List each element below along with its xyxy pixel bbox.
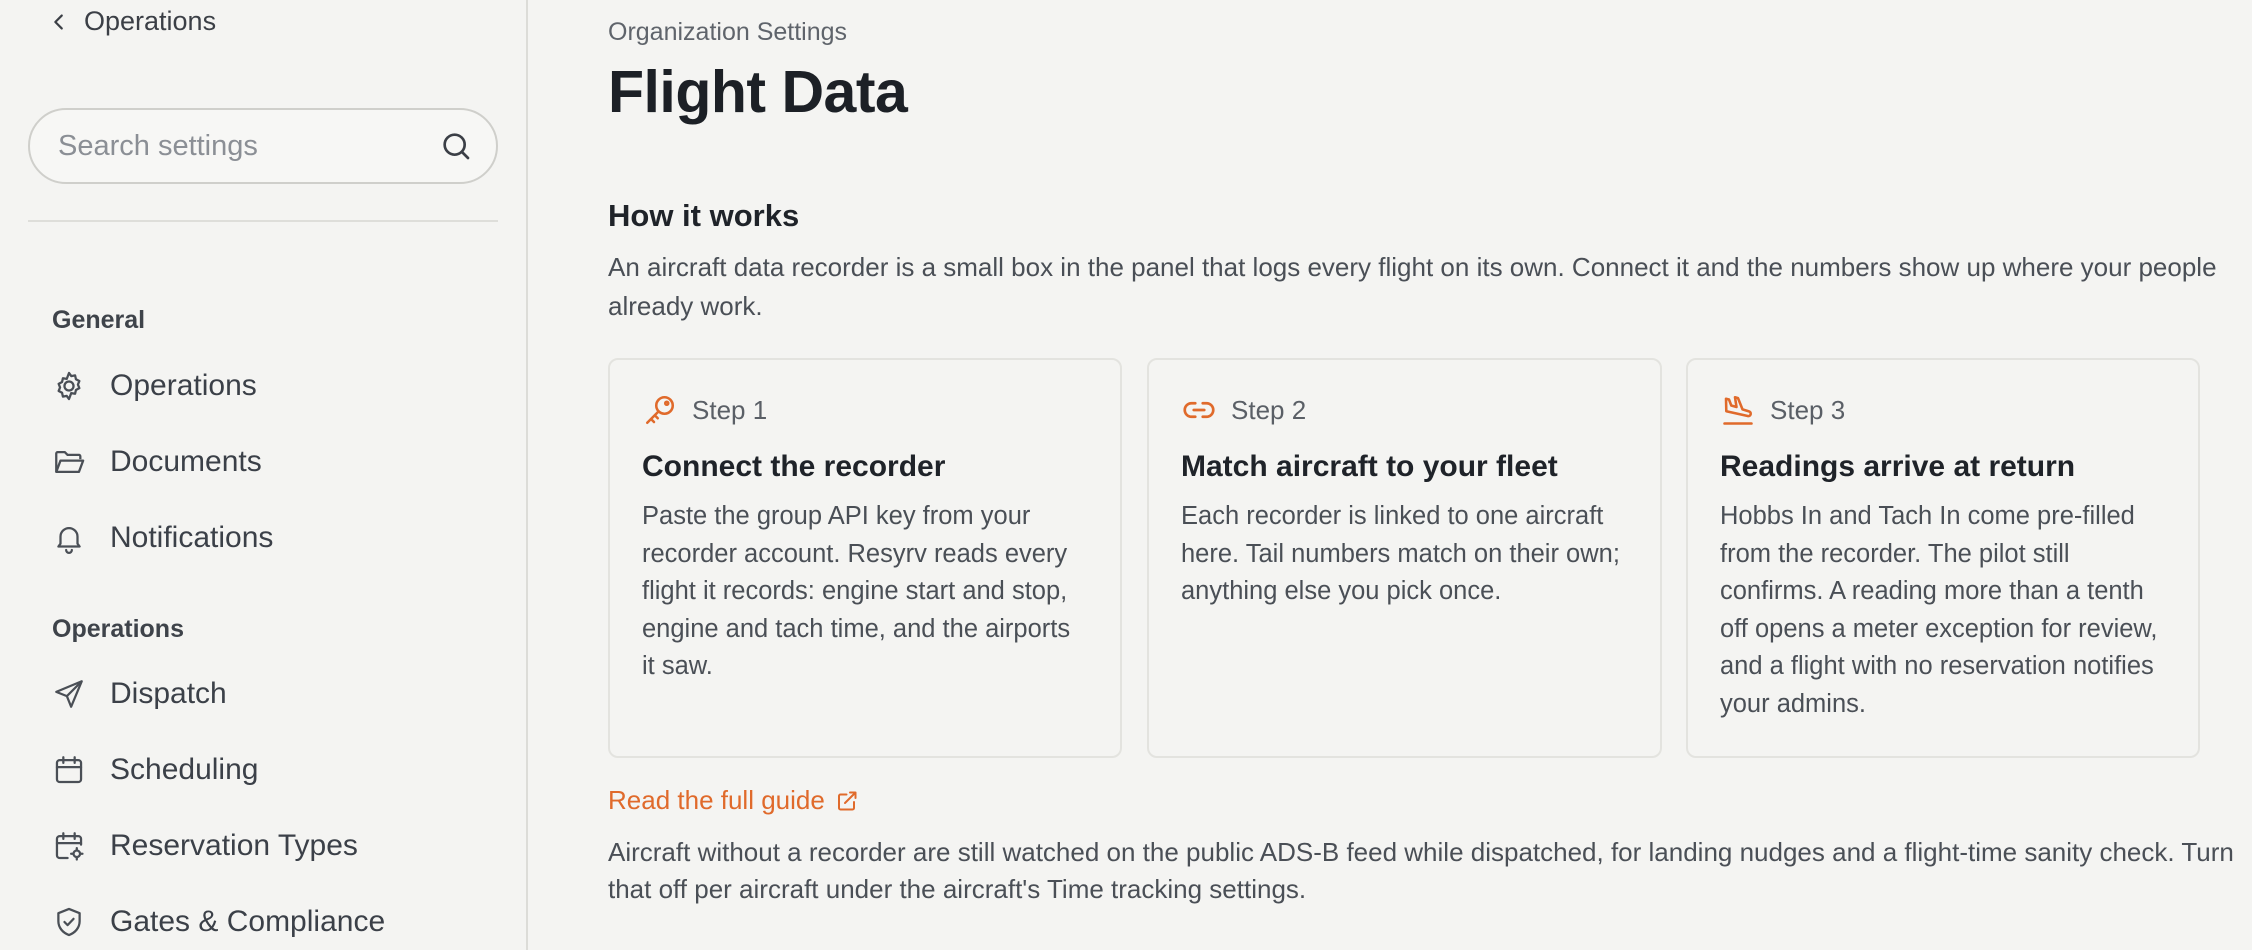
settings-sidebar: Operations General Operations Documents … [0, 0, 528, 950]
bell-icon [57, 527, 81, 554]
back-link-label: Operations [84, 6, 217, 36]
plane-landing-icon [1723, 395, 1753, 425]
read-full-guide-link[interactable]: Read the full guide [608, 785, 859, 816]
sidebar-item-documents[interactable]: Documents [52, 437, 262, 487]
sidebar-section-operations: Operations [52, 615, 184, 643]
step-header: Step 2 [1181, 392, 1628, 428]
page-title: Flight Data [608, 59, 908, 125]
step-card-3: Step 3 Readings arrive at return Hobbs I… [1686, 358, 2200, 758]
calendar-settings-icon [55, 832, 84, 861]
step-body: Each recorder is linked to one aircraft … [1181, 502, 1620, 605]
guide-link-label: Read the full guide [608, 785, 825, 815]
shield-check-icon [57, 907, 81, 937]
external-link-icon [837, 791, 857, 810]
search-input[interactable] [58, 129, 440, 163]
folder-icon [55, 450, 85, 474]
gear-icon [57, 371, 81, 401]
chevron-left-icon [54, 13, 63, 30]
sidebar-item-label: Notifications [110, 521, 274, 554]
step-title: Readings arrive at return [1720, 450, 2076, 483]
sidebar-item-operations[interactable]: Operations [52, 361, 257, 411]
step-title: Connect the recorder [642, 450, 946, 483]
search-field[interactable] [28, 108, 498, 184]
sidebar-item-scheduling[interactable]: Scheduling [52, 745, 258, 795]
send-icon [55, 680, 83, 708]
step-label: Step 3 [1770, 394, 1846, 425]
how-it-works-description: An aircraft data recorder is a small box… [608, 252, 2217, 321]
how-it-works-title: How it works [608, 198, 800, 233]
sidebar-item-label: Documents [110, 445, 262, 478]
step-label: Step 1 [692, 394, 768, 425]
sidebar-item-dispatch[interactable]: Dispatch [52, 669, 227, 719]
step-header: Step 3 [1720, 392, 2166, 428]
sidebar-item-reservation-types[interactable]: Reservation Types [52, 821, 358, 871]
app-root: Operations General Operations Documents … [0, 0, 2252, 950]
breadcrumb: Organization Settings [608, 18, 848, 46]
step-header: Step 1 [642, 392, 1088, 428]
search-icon[interactable] [440, 130, 472, 162]
sidebar-item-label: Dispatch [110, 677, 227, 710]
sidebar-item-label: Gates & Compliance [110, 905, 386, 938]
calendar-icon [55, 756, 83, 784]
sidebar-item-label: Scheduling [110, 753, 259, 786]
back-to-operations-link[interactable]: Operations [48, 6, 216, 37]
link-icon [1183, 401, 1215, 419]
step-title: Match aircraft to your fleet [1181, 450, 1558, 483]
step-label: Step 2 [1231, 394, 1307, 425]
step-card-1: Step 1 Connect the recorder Paste the gr… [608, 358, 1122, 758]
ads-b-footnote: Aircraft without a recorder are still wa… [608, 837, 2234, 904]
sidebar-item-gates-compliance[interactable]: Gates & Compliance [52, 897, 385, 947]
main-content: Organization Settings Flight Data How it… [528, 0, 2252, 950]
sidebar-item-label: Operations [110, 369, 257, 402]
step-body: Hobbs In and Tach In come pre-filled fro… [1720, 502, 2158, 718]
key-icon [645, 395, 675, 425]
sidebar-item-notifications[interactable]: Notifications [52, 513, 273, 563]
sidebar-item-label: Reservation Types [110, 829, 358, 862]
sidebar-divider [28, 220, 498, 222]
sidebar-section-general: General [52, 306, 146, 334]
step-card-2: Step 2 Match aircraft to your fleet Each… [1147, 358, 1662, 758]
step-body: Paste the group API key from your record… [642, 502, 1071, 680]
